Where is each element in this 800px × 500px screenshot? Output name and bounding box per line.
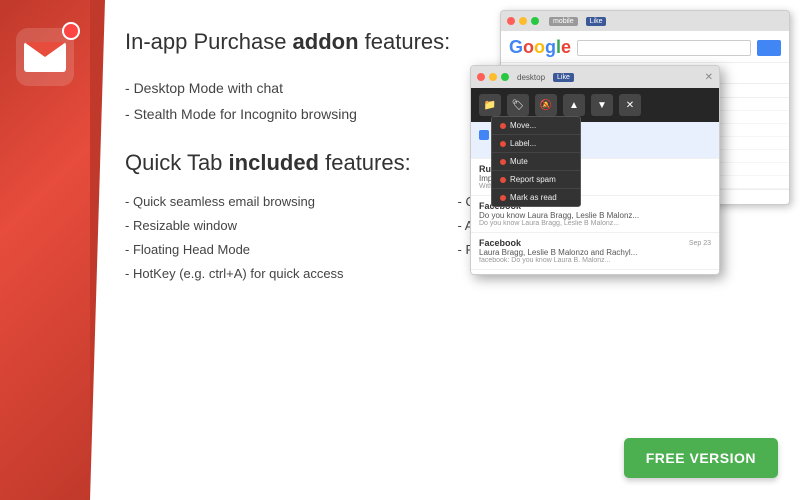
qt-subject: Do you know Laura Bragg, Leslie B Malonz…	[479, 211, 711, 220]
list-item: HotKey (e.g. ctrl+A) for quick access	[125, 262, 438, 286]
google-logo: Google	[509, 37, 571, 58]
close-action-icon[interactable]: ✕	[619, 94, 641, 116]
list-item: Floating Head Mode	[125, 238, 438, 262]
folder-icon[interactable]: 📁	[479, 94, 501, 116]
titlebar-back: mobile Like	[501, 11, 789, 31]
screenshot-quick-tab: desktop Like ✕ 📁 🏷 🔕 ▲ ▼ ✕	[470, 65, 720, 275]
search-button[interactable]	[757, 40, 781, 56]
qt-subject: Laura Bragg, Leslie B Malonzo and Rachyl…	[479, 248, 637, 257]
addon-title-suffix: features:	[359, 29, 451, 54]
down-icon[interactable]: ▼	[591, 94, 613, 116]
qt-content: 📁 🏷 🔕 ▲ ▼ ✕ Move... Label... Mute Report…	[471, 88, 719, 274]
screenshots-area: mobile Like Google Gmail ▼ □▼ ↺	[470, 10, 790, 250]
action-dropdown: Move... Label... Mute Report spam Mark a…	[491, 116, 581, 207]
qt-like-badge: Like	[553, 73, 574, 82]
mail-icon-wrapper	[16, 28, 74, 86]
free-version-button[interactable]: FREE VERSION	[624, 438, 778, 478]
google-header: Google	[501, 31, 789, 63]
dot-yellow	[519, 17, 527, 25]
mobile-badge: mobile	[549, 17, 578, 26]
dropdown-item-label[interactable]: Label...	[492, 135, 580, 153]
dropdown-item-move[interactable]: Move...	[492, 117, 580, 135]
list-item: Resizable window	[125, 214, 438, 238]
dropdown-item-spam[interactable]: Report spam	[492, 171, 580, 189]
included-suffix: features:	[319, 150, 411, 175]
list-item: Quick seamless email browsing	[125, 190, 438, 214]
dot-yellow-qt	[489, 73, 497, 81]
main-content: In-app Purchase addon features: Desktop …	[90, 0, 800, 500]
dot-red	[507, 17, 515, 25]
up-icon[interactable]: ▲	[563, 94, 585, 116]
like-badge: Like	[586, 17, 607, 26]
dropdown-item-read[interactable]: Mark as read	[492, 189, 580, 206]
mute-icon[interactable]: 🔕	[535, 94, 557, 116]
qt-checkbox[interactable]	[479, 130, 489, 140]
sidebar	[0, 0, 90, 500]
mail-icon	[24, 42, 66, 72]
mail-badge	[62, 22, 80, 40]
close-icon[interactable]: ✕	[705, 72, 713, 83]
top-section: In-app Purchase addon features: Desktop …	[125, 28, 770, 128]
qt-title: desktop	[517, 73, 545, 82]
dropdown-item-mute[interactable]: Mute	[492, 153, 580, 171]
qt-sender: Facebook	[479, 238, 637, 248]
dot-green-qt	[501, 73, 509, 81]
dot-green	[531, 17, 539, 25]
search-bar	[577, 40, 751, 56]
dot-red-qt	[477, 73, 485, 81]
addon-title-bold: addon	[293, 29, 359, 54]
qt-titlebar: desktop Like ✕	[471, 66, 719, 88]
qt-email-row[interactable]: Facebook Laura Bragg, Leslie B Malonzo a…	[471, 233, 719, 270]
included-prefix: Quick Tab	[125, 150, 229, 175]
label-icon[interactable]: 🏷	[507, 94, 529, 116]
qt-preview: facebook: Do you know Laura B. Malonz...	[479, 257, 637, 264]
addon-title-prefix: In-app Purchase	[125, 29, 293, 54]
qt-preview: Do you know Laura Bragg, Leslie B Malonz…	[479, 220, 711, 227]
included-bold: included	[229, 150, 319, 175]
cta-wrapper: FREE VERSION	[624, 438, 778, 478]
